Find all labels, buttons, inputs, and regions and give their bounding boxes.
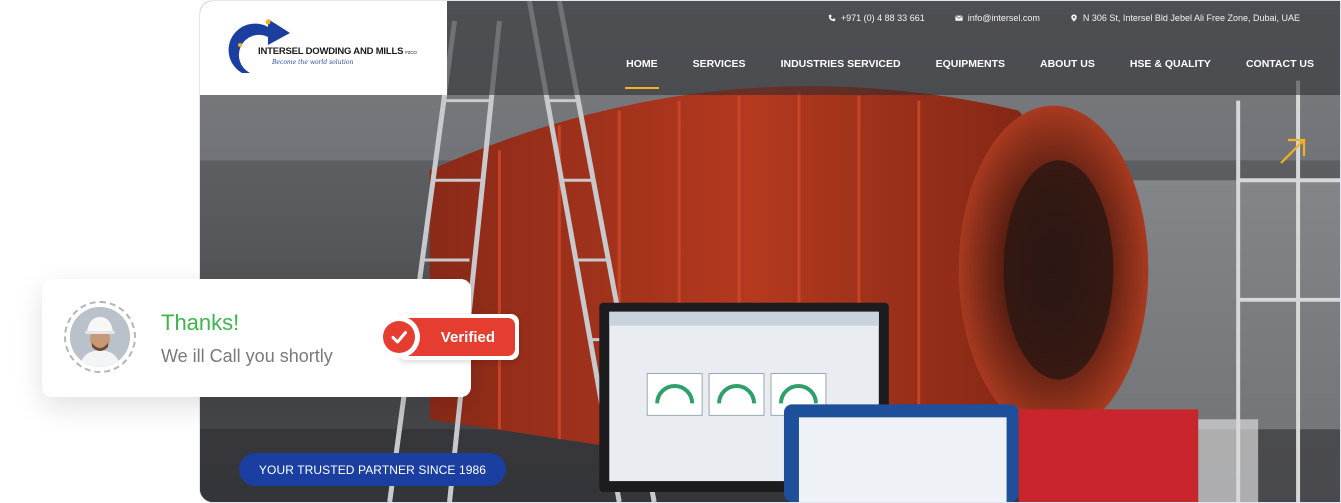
nav-item-services[interactable]: SERVICES (693, 58, 746, 70)
contact-bar: +971 (0) 4 88 33 661 info@intersel.com N… (828, 13, 1300, 23)
logo-tagline: Become the world solution (272, 59, 354, 66)
phone-contact[interactable]: +971 (0) 4 88 33 661 (828, 13, 925, 23)
trusted-partner-badge: YOUR TRUSTED PARTNER SINCE 1986 (239, 453, 506, 486)
nav-item-hse-quality[interactable]: HSE & QUALITY (1130, 58, 1211, 70)
email-address: info@intersel.com (967, 13, 1040, 23)
phone-number: +971 (0) 4 88 33 661 (840, 13, 925, 23)
external-arrow-icon[interactable] (1278, 136, 1308, 166)
nav-item-about-us[interactable]: ABOUT US (1040, 58, 1095, 70)
card-title: Thanks! (161, 310, 240, 335)
address-contact[interactable]: N 306 St, Intersel Bld Jebel Ali Free Zo… (1070, 13, 1300, 23)
email-contact[interactable]: info@intersel.com (954, 13, 1040, 23)
nav-item-contact-us[interactable]: CONTACT US (1246, 58, 1314, 70)
card-subtitle: We ill Call you shortly (161, 346, 333, 366)
avatar-ring (64, 301, 136, 373)
nav-item-home[interactable]: HOME (625, 58, 659, 89)
location-pin-icon (1071, 14, 1077, 22)
main-nav: HOME SERVICES INDUSTRIES SERVICED EQUIPM… (625, 58, 1314, 89)
avatar-person-icon (70, 307, 130, 367)
mail-icon (954, 15, 963, 21)
verified-badge: Verified (378, 312, 521, 362)
verified-check-circle (378, 316, 420, 358)
nav-item-equipments[interactable]: EQUIPMENTS (936, 58, 1005, 70)
avatar-photo (70, 307, 130, 367)
check-icon (391, 331, 407, 344)
site-logo[interactable]: INTERSEL DOWDING AND MILLS FZCO Become th… (200, 1, 447, 95)
nav-item-industries-serviced[interactable]: INDUSTRIES SERVICED (781, 58, 901, 70)
website-screenshot: INTERSEL DOWDING AND MILLS FZCO Become th… (199, 0, 1341, 503)
logo-name: INTERSEL DOWDING AND MILLS FZCO (258, 46, 417, 57)
address-text: N 306 St, Intersel Bld Jebel Ali Free Zo… (1082, 13, 1300, 23)
phone-icon (828, 14, 836, 22)
